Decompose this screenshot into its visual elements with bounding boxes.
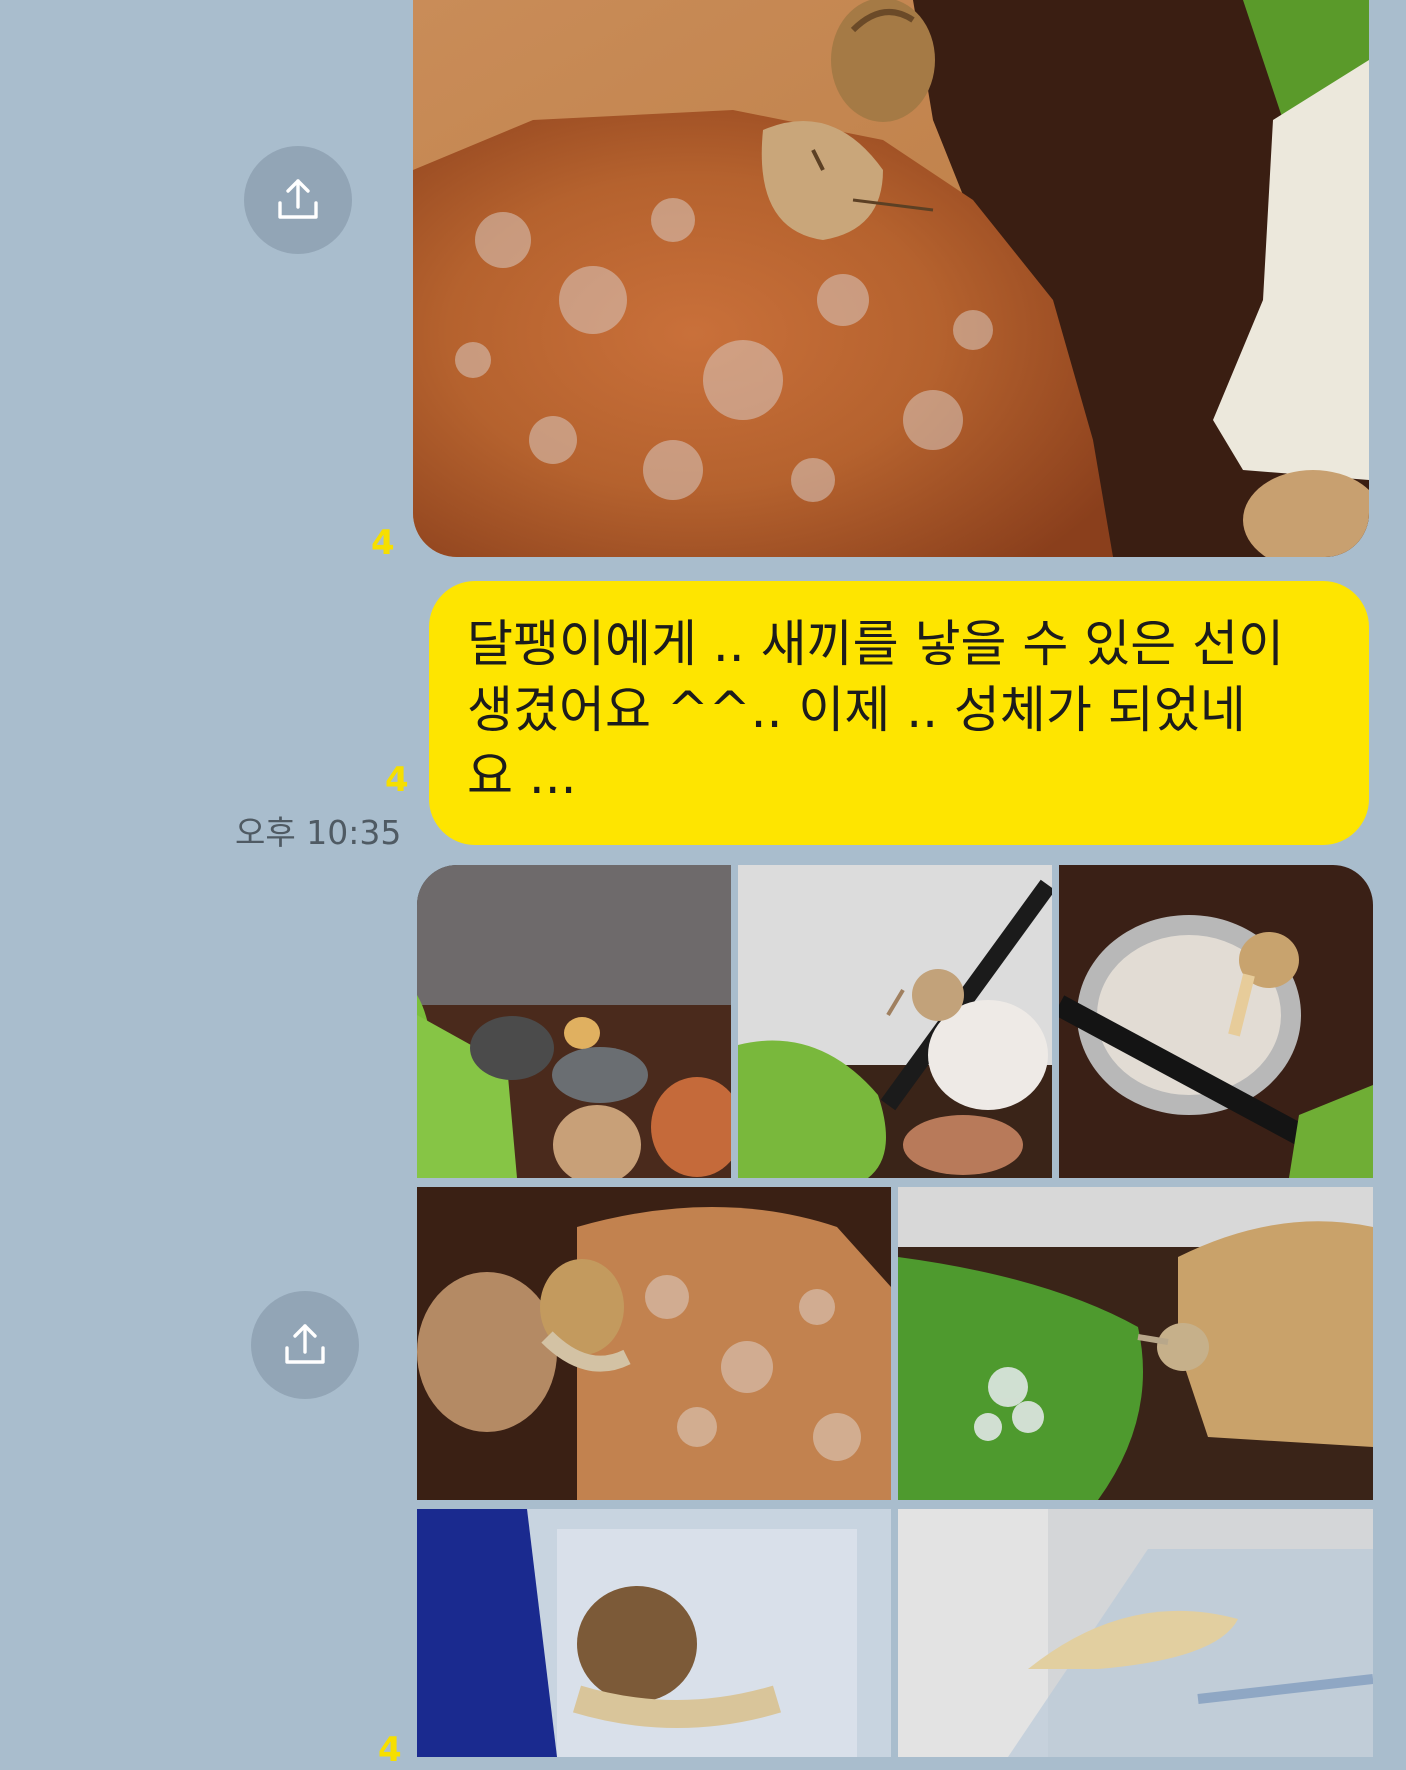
album-photo-2-image <box>738 865 1052 1178</box>
share-button[interactable] <box>244 146 352 254</box>
album-photo-6-image <box>417 1509 891 1757</box>
album-photo-6[interactable] <box>417 1509 891 1757</box>
album-photo-7[interactable] <box>898 1509 1373 1757</box>
album-photo-3-image <box>1059 865 1373 1178</box>
unread-count: 4 <box>371 523 395 563</box>
message-bubble[interactable]: 달팽이에게 .. 새끼를 낳을 수 있은 선이 생겼어요 ^^.. 이제 .. … <box>429 581 1369 845</box>
share-button[interactable] <box>251 1291 359 1399</box>
album-photo-5[interactable] <box>898 1187 1373 1500</box>
unread-count: 4 <box>378 1730 402 1770</box>
album-photo-1-image <box>417 865 731 1178</box>
album-photo-3[interactable] <box>1059 865 1373 1178</box>
album-photo-4-image <box>417 1187 891 1500</box>
message-time: 오후 10:35 <box>235 813 402 852</box>
share-icon <box>278 179 318 219</box>
album-photo-4[interactable] <box>417 1187 891 1500</box>
unread-count: 4 <box>385 760 409 800</box>
share-icon <box>285 1324 325 1364</box>
photo-snail-on-rock-image <box>413 0 1369 557</box>
message-text: 달팽이에게 .. 새끼를 낳을 수 있은 선이 생겼어요 ^^.. 이제 .. … <box>467 615 1285 805</box>
album-photo-2[interactable] <box>738 865 1052 1178</box>
album-photo-7-image <box>898 1509 1373 1757</box>
photo-snail-on-rock[interactable] <box>413 0 1369 557</box>
album-photo-1[interactable] <box>417 865 731 1178</box>
album-photo-5-image <box>898 1187 1373 1500</box>
